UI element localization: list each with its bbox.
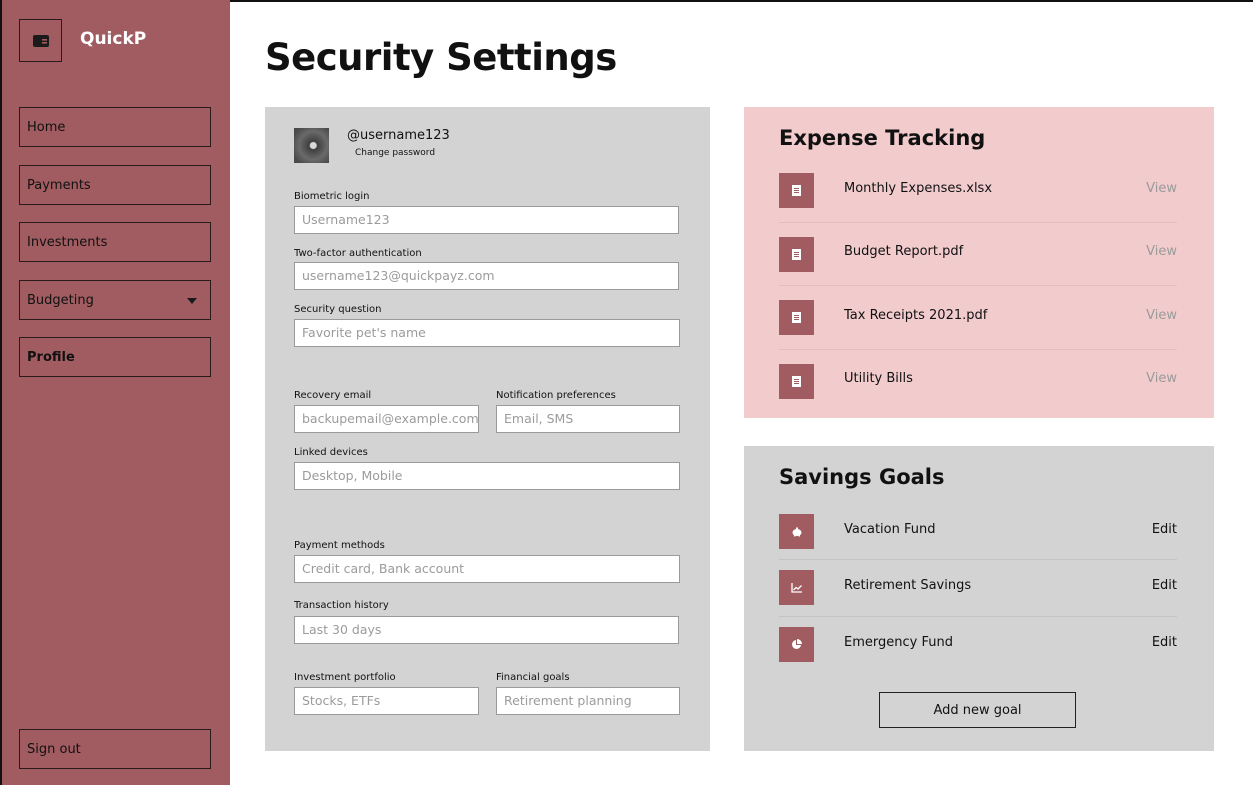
- sidebar-item-investments[interactable]: Investments: [19, 222, 211, 262]
- sidebar-item-payments[interactable]: Payments: [19, 165, 211, 205]
- add-new-goal-button[interactable]: Add new goal: [879, 692, 1076, 728]
- view-button[interactable]: View: [1146, 308, 1177, 323]
- divider: [779, 559, 1177, 560]
- line-chart-icon: [779, 570, 814, 605]
- financial-goals-label: Financial goals: [496, 672, 570, 683]
- view-button[interactable]: View: [1146, 371, 1177, 386]
- transaction-history-input[interactable]: Last 30 days: [294, 616, 679, 644]
- change-password-link[interactable]: Change password: [355, 148, 435, 158]
- sidebar-item-budgeting[interactable]: Budgeting: [19, 280, 211, 320]
- investment-portfolio-input[interactable]: Stocks, ETFs: [294, 687, 479, 715]
- sidebar-item-label: Profile: [27, 349, 75, 365]
- expense-tracking-panel: Expense Tracking Monthly Expenses.xlsx V…: [744, 107, 1214, 418]
- goal-name: Vacation Fund: [844, 522, 936, 537]
- sidebar-item-home[interactable]: Home: [19, 107, 211, 147]
- page-title: Security Settings: [265, 36, 617, 79]
- pie-chart-icon: [779, 627, 814, 662]
- biometric-login-input[interactable]: Username123: [294, 206, 679, 234]
- divider: [779, 285, 1177, 286]
- security-question-label: Security question: [294, 304, 382, 315]
- file-name: Monthly Expenses.xlsx: [844, 181, 993, 196]
- avatar[interactable]: [294, 128, 329, 163]
- sign-out-button[interactable]: Sign out: [19, 729, 211, 769]
- sidebar-item-label: Payments: [27, 177, 91, 193]
- sidebar-item-label: Home: [27, 119, 66, 135]
- investment-portfolio-label: Investment portfolio: [294, 672, 396, 683]
- two-factor-input[interactable]: username123@quickpayz.com: [294, 262, 679, 290]
- file-name: Budget Report.pdf: [844, 244, 964, 259]
- sign-out-label: Sign out: [27, 741, 81, 757]
- sidebar-item-label: Investments: [27, 234, 108, 250]
- payment-methods-label: Payment methods: [294, 540, 385, 551]
- piggy-bank-icon: [779, 514, 814, 549]
- recovery-email-label: Recovery email: [294, 390, 372, 401]
- goal-name: Emergency Fund: [844, 635, 953, 650]
- file-name: Utility Bills: [844, 371, 913, 386]
- document-icon: [779, 300, 814, 335]
- file-name: Tax Receipts 2021.pdf: [844, 308, 988, 323]
- financial-goals-input[interactable]: Retirement planning: [496, 687, 680, 715]
- document-icon: [779, 364, 814, 399]
- left-border: [0, 0, 2, 785]
- view-button[interactable]: View: [1146, 181, 1177, 196]
- expense-tracking-title: Expense Tracking: [779, 126, 986, 150]
- security-settings-panel: @username123 Change password Biometric l…: [265, 107, 710, 751]
- notification-preferences-input[interactable]: Email, SMS: [496, 405, 680, 433]
- document-icon: [779, 237, 814, 272]
- transaction-history-label: Transaction history: [294, 600, 389, 611]
- brand-name: QuickP: [80, 29, 147, 49]
- username: @username123: [347, 128, 450, 143]
- two-factor-label: Two-factor authentication: [294, 248, 422, 259]
- sidebar: QuickP Home Payments Investments Budgeti…: [0, 0, 230, 785]
- sidebar-item-label: Budgeting: [27, 292, 94, 308]
- view-button[interactable]: View: [1146, 244, 1177, 259]
- edit-button[interactable]: Edit: [1152, 578, 1177, 593]
- biometric-login-label: Biometric login: [294, 191, 370, 202]
- notification-preferences-label: Notification preferences: [496, 390, 616, 401]
- payment-methods-input[interactable]: Credit card, Bank account: [294, 555, 680, 583]
- goal-name: Retirement Savings: [844, 578, 972, 593]
- linked-devices-input[interactable]: Desktop, Mobile: [294, 462, 680, 490]
- edit-button[interactable]: Edit: [1152, 635, 1177, 650]
- recovery-email-input[interactable]: backupemail@example.com: [294, 405, 479, 433]
- savings-goals-panel: Savings Goals Vacation Fund Edit Retirem…: [744, 446, 1214, 751]
- sidebar-item-profile[interactable]: Profile: [19, 337, 211, 377]
- divider: [779, 349, 1177, 350]
- savings-goals-title: Savings Goals: [779, 465, 945, 489]
- logo[interactable]: [19, 19, 62, 62]
- divider: [779, 616, 1177, 617]
- linked-devices-label: Linked devices: [294, 447, 368, 458]
- chevron-down-icon: [187, 298, 197, 304]
- edit-button[interactable]: Edit: [1152, 522, 1177, 537]
- wallet-card-icon: [32, 34, 49, 47]
- divider: [779, 222, 1177, 223]
- security-question-input[interactable]: Favorite pet's name: [294, 319, 680, 347]
- document-icon: [779, 173, 814, 208]
